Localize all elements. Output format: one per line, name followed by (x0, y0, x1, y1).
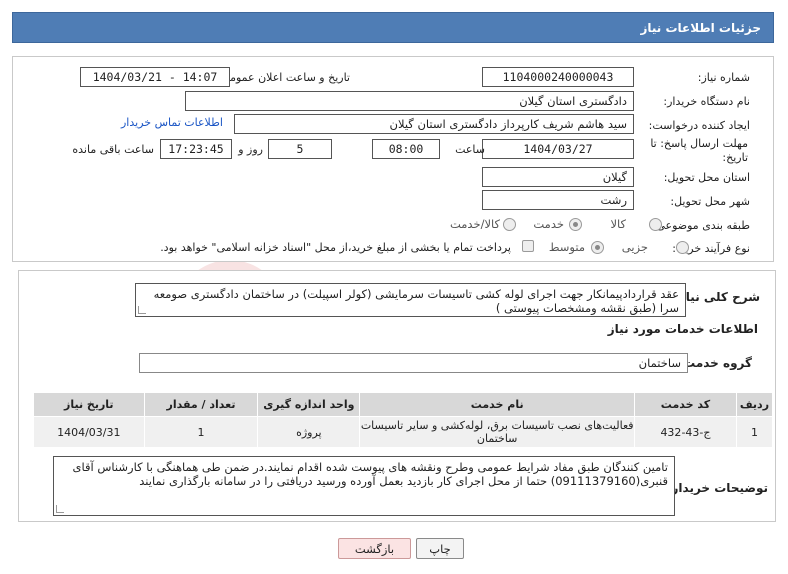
process-option-minor: جزیی (621, 240, 648, 254)
buyer-notes-text: تامین کنندگان طبق مفاد شرایط عمومی وطرح … (72, 460, 668, 488)
process-radio-medium[interactable] (591, 241, 604, 254)
days-label: روز و (238, 143, 263, 156)
category-option-goods: کالا (610, 217, 626, 231)
announce-label: تاریخ و ساعت اعلان عمومی: (217, 71, 350, 84)
resize-handle[interactable] (56, 505, 64, 513)
need-number-label: شماره نیاز: (697, 71, 750, 84)
service-group-field: ساختمان (139, 353, 688, 373)
need-number-field: 1104000240000043 (482, 67, 634, 87)
col-name: نام خدمت (359, 392, 636, 417)
process-option-medium: متوسط (548, 240, 585, 254)
service-group-label: گروه خدمت: (678, 356, 752, 370)
cell-row: 1 (735, 416, 774, 448)
col-date: تاریخ نیاز (33, 392, 145, 417)
category-label: طبقه بندی موضوعی: (652, 219, 750, 232)
page-title: جزئیات اطلاعات نیاز (640, 21, 761, 35)
cell-date: 1404/03/31 (33, 416, 145, 448)
col-unit: واحد اندازه گیری (257, 392, 361, 417)
category-option-goods-service: کالا/خدمت (449, 217, 500, 231)
buyer-notes-textarea: تامین کنندگان طبق مفاد شرایط عمومی وطرح … (53, 456, 675, 516)
category-radio-service[interactable] (569, 218, 582, 231)
deadline-time-label: ساعت (455, 143, 485, 156)
category-radio-goods[interactable] (649, 218, 662, 231)
deadline-date-field: 1404/03/27 (482, 139, 634, 159)
page-title-bar: جزئیات اطلاعات نیاز (12, 12, 774, 43)
table-row: 1 ج-43-432 فعالیت‌های نصب تاسیسات برق، ل… (33, 416, 774, 448)
cell-unit: پروژه (257, 416, 361, 448)
summary-textarea: عقد قراردادپیمانکار جهت اجرای لوله کشی ت… (135, 283, 686, 317)
deadline-label: مهلت ارسال پاسخ: تا تاریخ: (650, 137, 748, 164)
remaining-time-field: 17:23:45 (160, 139, 232, 159)
print-button[interactable]: چاپ (416, 538, 464, 559)
cell-name: فعالیت‌های نصب تاسیسات برق، لوله‌کشی و س… (359, 416, 636, 448)
summary-label: شرح کلی نیاز: (674, 290, 760, 304)
services-table: ردیف کد خدمت نام خدمت واحد اندازه گیری ت… (33, 392, 774, 448)
contact-info-link[interactable]: اطلاعات تماس خریدار (121, 116, 223, 129)
category-option-service: خدمت (533, 217, 564, 231)
table-header-row: ردیف کد خدمت نام خدمت واحد اندازه گیری ت… (33, 392, 774, 417)
announce-field: 1404/03/21 - 14:07 (80, 67, 230, 87)
buyer-org-field: دادگستری استان گیلان (185, 91, 634, 111)
resize-handle[interactable] (138, 306, 146, 314)
services-section-title: اطلاعات خدمات مورد نیاز (607, 322, 758, 336)
cell-quantity: 1 (143, 416, 259, 448)
back-button[interactable]: بازگشت (338, 538, 411, 559)
col-code: کد خدمت (634, 392, 737, 417)
requester-field: سید هاشم شریف کارپرداز دادگستری استان گی… (234, 114, 634, 134)
requester-label: ایجاد کننده درخواست: (648, 119, 750, 132)
treasury-checkbox[interactable] (522, 240, 534, 252)
payment-note: پرداخت تمام یا بخشی از مبلغ خرید،از محل … (160, 241, 511, 254)
deadline-time-field: 08:00 (372, 139, 440, 159)
days-field: 5 (268, 139, 332, 159)
category-radio-goods-service[interactable] (503, 218, 516, 231)
process-radio-minor[interactable] (676, 241, 689, 254)
buyer-notes-label: توضیحات خریدار: (666, 481, 768, 495)
remaining-label: ساعت باقی مانده (72, 143, 154, 156)
city-label: شهر محل تحویل: (670, 195, 750, 208)
province-label: استان محل تحویل: (663, 171, 750, 184)
buyer-org-label: نام دستگاه خریدار: (663, 95, 750, 108)
cell-code: ج-43-432 (634, 416, 737, 448)
col-row: ردیف (735, 392, 774, 417)
city-field: رشت (482, 190, 634, 210)
summary-text: عقد قراردادپیمانکار جهت اجرای لوله کشی ت… (153, 287, 679, 315)
col-quantity: تعداد / مقدار (143, 392, 259, 417)
province-field: گیلان (482, 167, 634, 187)
